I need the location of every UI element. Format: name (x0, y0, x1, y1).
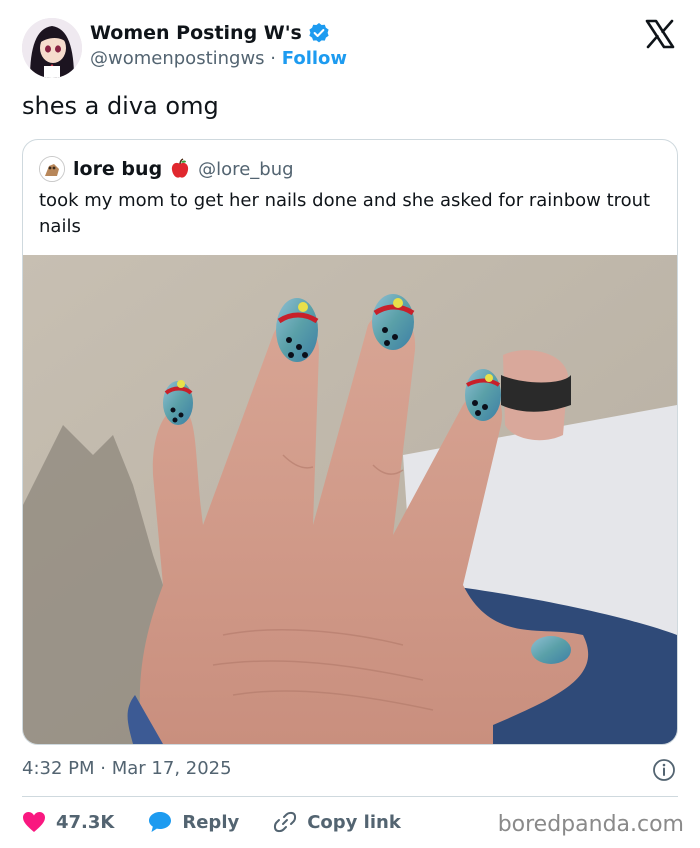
like-count: 47.3K (56, 811, 115, 833)
action-bar: 47.3K Reply Copy link (22, 808, 435, 836)
copy-link-button[interactable]: Copy link (273, 810, 401, 834)
reply-label: Reply (182, 811, 240, 833)
quote-display-name[interactable]: lore bug (73, 158, 162, 180)
actions-divider (22, 796, 678, 797)
tweet-time: 4:32 PM (22, 758, 95, 779)
author-handle-row: @womenpostingws · Follow (90, 48, 347, 69)
author-avatar[interactable] (22, 18, 82, 78)
author-handle[interactable]: @womenpostingws (90, 48, 265, 69)
link-icon (274, 811, 297, 833)
info-icon[interactable] (652, 758, 676, 782)
copy-link-label: Copy link (307, 811, 401, 833)
quoted-tweet[interactable]: lore bug @lore_bug took my mom to get he… (22, 139, 678, 745)
follow-button[interactable]: Follow (282, 48, 347, 69)
tweet-date: Mar 17, 2025 (111, 758, 232, 779)
hand-nails-photo[interactable] (23, 255, 677, 744)
timestamp-separator: · (100, 758, 106, 779)
quote-avatar[interactable] (39, 156, 65, 182)
x-logo-icon[interactable] (644, 18, 676, 50)
reply-button[interactable]: Reply (148, 811, 239, 833)
heart-icon (23, 812, 45, 832)
tweet-text: shes a diva omg (22, 92, 219, 120)
quote-handle[interactable]: @lore_bug (198, 159, 293, 180)
tweet-header: Women Posting W's @womenpostingws · Foll… (22, 18, 682, 80)
reply-bubble-icon (149, 812, 172, 832)
like-button[interactable]: 47.3K (22, 811, 114, 833)
quote-text: took my mom to get her nails done and sh… (39, 190, 651, 237)
author-name-row: Women Posting W's (90, 22, 330, 44)
quote-header: lore bug @lore_bug (39, 156, 294, 182)
apple-icon (172, 158, 189, 178)
site-watermark: boredpanda.com (497, 812, 684, 837)
author-display-name[interactable]: Women Posting W's (90, 22, 302, 44)
verified-badge-icon (309, 23, 329, 43)
tweet-timestamp[interactable]: 4:32 PM · Mar 17, 2025 (22, 758, 232, 779)
handle-separator: · (270, 48, 277, 69)
